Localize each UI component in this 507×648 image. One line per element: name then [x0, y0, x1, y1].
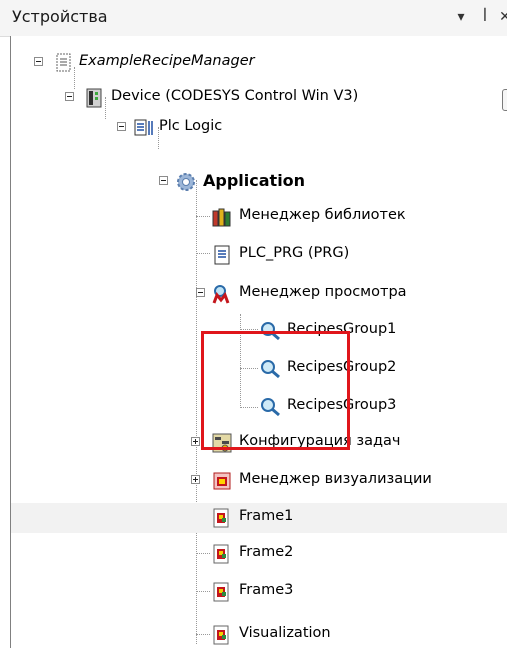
- plc-logic-icon: [134, 119, 153, 136]
- tree-node-label: Менеджер визуализации: [239, 471, 432, 487]
- collapse-toggle[interactable]: [117, 122, 126, 131]
- tree-node-label: Frame2: [239, 544, 294, 560]
- tree-node-plc-prg[interactable]: PLC_PRG (PRG): [11, 240, 507, 270]
- tree-node-project[interactable]: ExampleRecipeManager: [11, 48, 507, 78]
- tree-node-label: Frame1: [239, 508, 294, 524]
- tree-node-visualization[interactable]: Visualization: [11, 620, 507, 648]
- visualization-manager-icon: [213, 472, 231, 490]
- tree-node-label: Frame3: [239, 582, 294, 598]
- expand-toggle[interactable]: [191, 437, 200, 446]
- frame-visualization-icon: [213, 625, 229, 645]
- tree-node-label: Device (CODESYS Control Win V3): [111, 88, 359, 104]
- tree-node-label: Менеджер просмотра: [239, 284, 407, 300]
- frame-visualization-icon: [213, 544, 229, 564]
- tree-node-label: Application: [203, 171, 306, 190]
- tree-node-watch-manager[interactable]: Менеджер просмотра: [11, 279, 507, 309]
- tree-node-label: PLC_PRG (PRG): [239, 245, 350, 261]
- gear-icon: [177, 173, 195, 191]
- tree-node-frame-2[interactable]: Frame2: [11, 539, 507, 569]
- collapse-toggle[interactable]: [196, 288, 205, 297]
- panel-menu-button[interactable]: ▾: [450, 4, 472, 30]
- collapse-toggle[interactable]: [65, 92, 74, 101]
- tree-node-library-manager[interactable]: Менеджер библиотек: [11, 202, 507, 232]
- panel-titlebar: Устройства ▾ ꟾ ✕: [0, 0, 507, 37]
- panel-title: Устройства: [12, 7, 108, 26]
- tree-node-application[interactable]: Application: [11, 167, 507, 197]
- collapse-toggle[interactable]: [159, 176, 168, 185]
- frame-visualization-icon: [213, 582, 229, 602]
- frame-visualization-icon: [213, 508, 229, 528]
- close-icon[interactable]: ✕: [494, 4, 507, 30]
- tree-node-frame-3[interactable]: Frame3: [11, 577, 507, 607]
- tree-node-label: Менеджер библиотек: [239, 207, 406, 223]
- collapse-toggle[interactable]: [34, 57, 43, 66]
- highlight-annotation-box: [201, 331, 350, 450]
- tree-node-device[interactable]: Device (CODESYS Control Win V3): [11, 83, 507, 113]
- expand-toggle[interactable]: [191, 475, 200, 484]
- tree-node-label: ExampleRecipeManager: [79, 53, 255, 69]
- program-document-icon: [214, 245, 230, 265]
- pin-icon[interactable]: ꟾ: [474, 4, 496, 30]
- tree-node-label: Visualization: [239, 625, 331, 641]
- watch-manager-icon: [212, 285, 230, 304]
- plc-device-icon: [86, 88, 102, 108]
- tree-node-plc-logic[interactable]: Plc Logic: [11, 113, 507, 143]
- tree-node-frame-1[interactable]: Frame1: [11, 503, 507, 533]
- tree-node-visualization-manager[interactable]: Менеджер визуализации: [11, 466, 507, 496]
- library-books-icon: [212, 208, 231, 227]
- tree-node-label: Plc Logic: [159, 118, 223, 134]
- devices-panel: Устройства ▾ ꟾ ✕ ExampleRecipeManager De…: [0, 0, 507, 648]
- project-file-icon: [56, 53, 71, 72]
